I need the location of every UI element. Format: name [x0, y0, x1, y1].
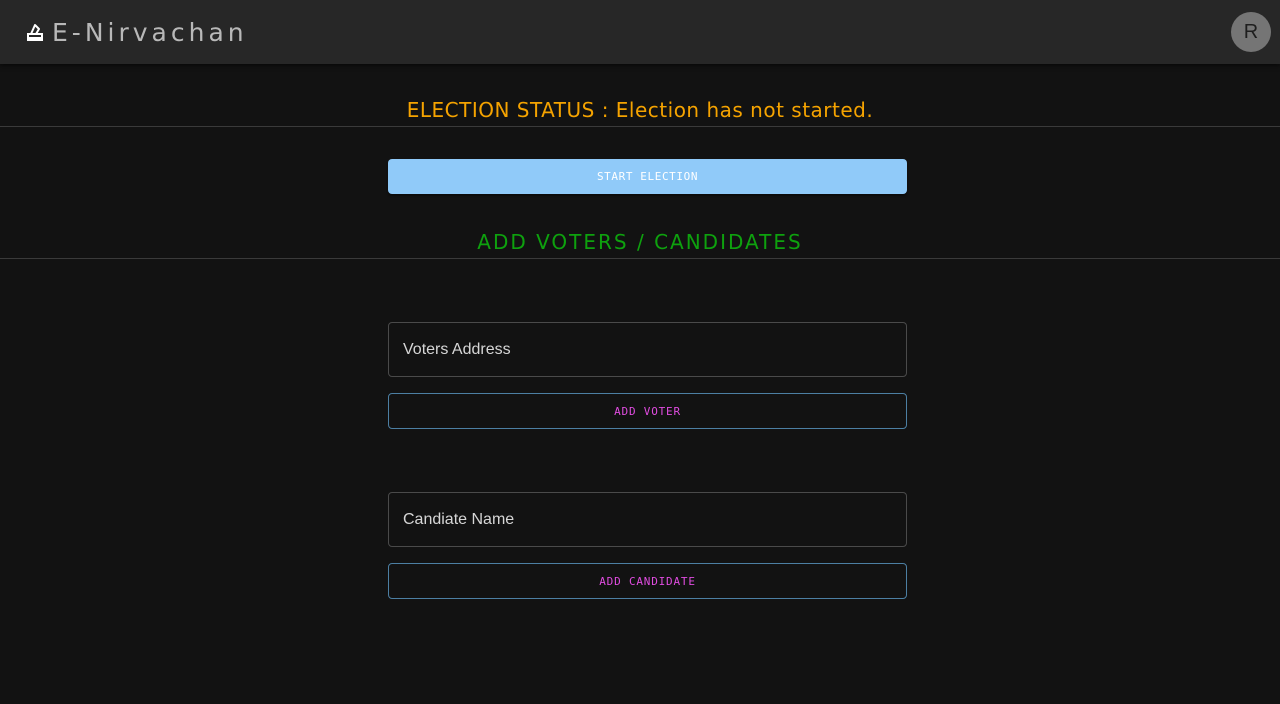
- candidate-name-field: [388, 492, 907, 547]
- app-title: E-Nirvachan: [52, 17, 248, 47]
- voter-address-field: [388, 322, 907, 377]
- start-election-button[interactable]: START ELECTION: [388, 159, 907, 194]
- top-app-bar: E-Nirvachan R: [0, 0, 1280, 64]
- divider: [0, 126, 1280, 127]
- brand[interactable]: E-Nirvachan: [24, 14, 248, 50]
- election-status: ELECTION STATUS : Election has not start…: [406, 98, 874, 122]
- ballot-box-icon: [24, 21, 46, 43]
- candidate-name-input[interactable]: [389, 493, 906, 546]
- divider: [0, 258, 1280, 259]
- section-title: ADD VOTERS / CANDIDATES: [477, 230, 803, 254]
- add-voter-button[interactable]: ADD VOTER: [388, 393, 907, 429]
- avatar[interactable]: R: [1231, 12, 1271, 52]
- add-candidate-button[interactable]: ADD CANDIDATE: [388, 563, 907, 599]
- voter-address-input[interactable]: [389, 323, 906, 376]
